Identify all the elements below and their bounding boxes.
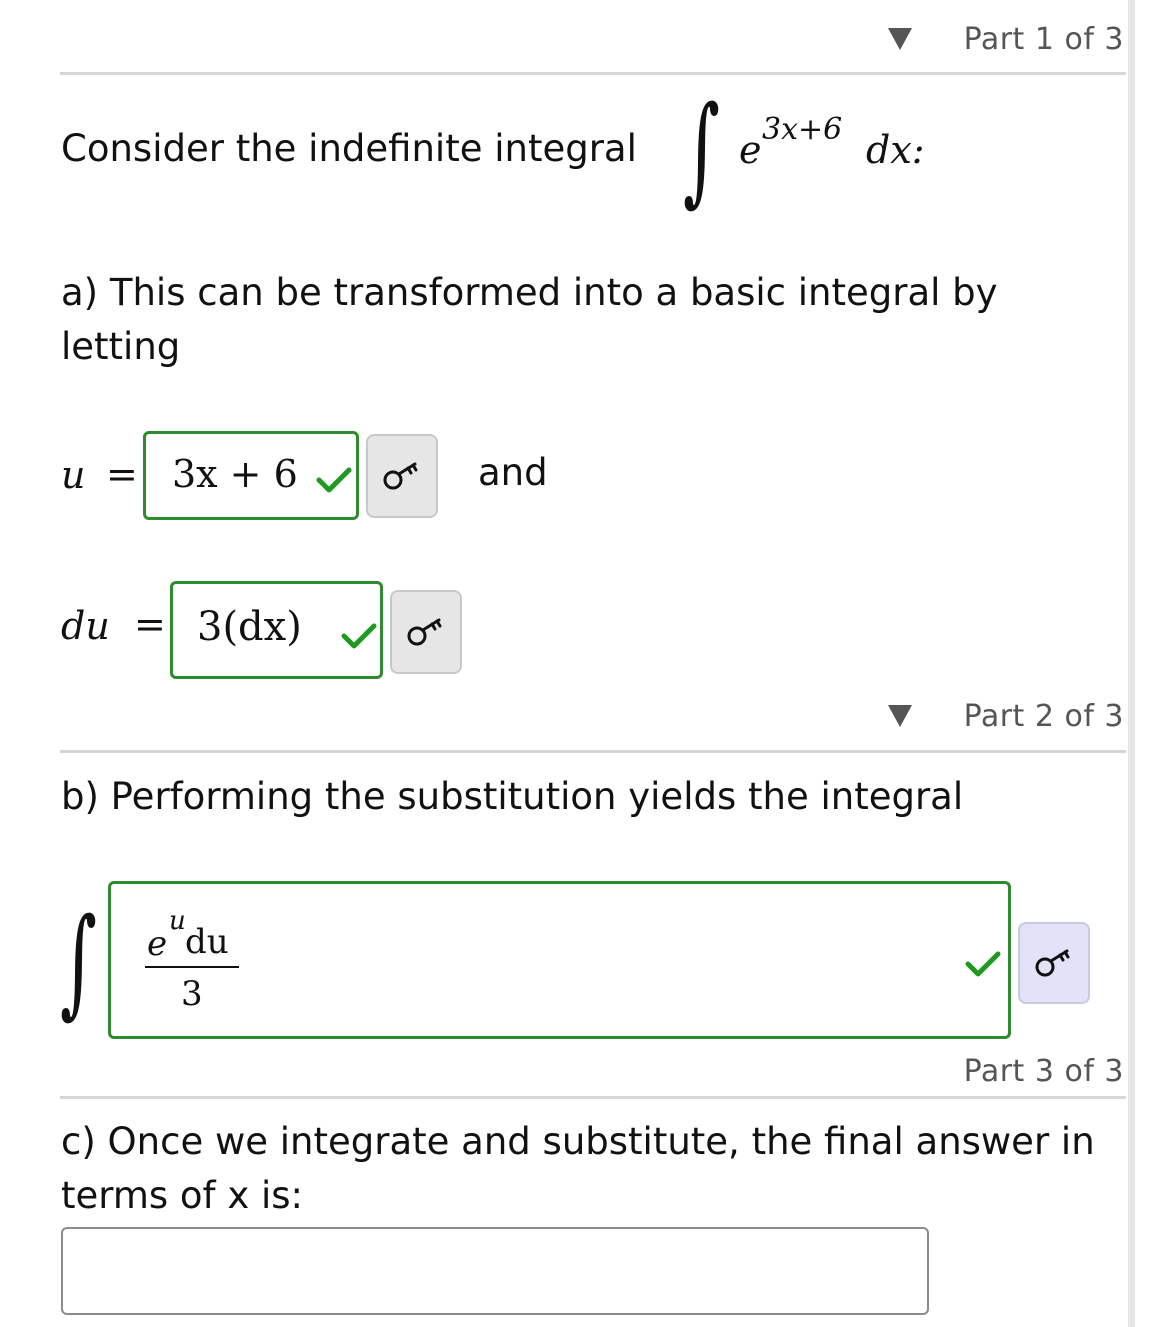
key-icon: [383, 462, 418, 490]
denominator-value: 3: [181, 974, 203, 1014]
part-3-header: Part 3 of 3: [60, 1054, 1124, 1089]
collapse-toggle-icon[interactable]: [888, 705, 912, 727]
du-variable-label: du: [61, 604, 110, 648]
final-answer-input[interactable]: [61, 1227, 929, 1315]
key-icon: [1035, 949, 1070, 977]
u-show-answer-key-button[interactable]: [366, 434, 438, 518]
part-3-label: Part 3 of 3: [963, 1054, 1124, 1089]
and-text: and: [478, 451, 548, 494]
integral-intro-text: Consider the indefinite integral: [61, 127, 637, 170]
vertical-scrollbar[interactable]: [1128, 0, 1135, 1327]
u-variable-label: u: [61, 453, 86, 497]
numerator-exponent: u: [169, 906, 186, 936]
u-answer-field[interactable]: 3x + 6: [143, 431, 359, 520]
u-equals-sign: =: [106, 452, 138, 496]
numerator-base: e: [147, 924, 168, 964]
fraction-bar: [145, 966, 239, 968]
du-answer-field[interactable]: 3(dx): [170, 581, 383, 679]
du-show-answer-key-button[interactable]: [390, 590, 462, 674]
part-1-label: Part 1 of 3: [963, 22, 1124, 57]
integral-show-answer-key-button[interactable]: [1018, 922, 1090, 1004]
correct-checkmark-icon: [316, 467, 352, 493]
u-answer-value: 3x + 6: [172, 452, 298, 496]
part-1-divider: [60, 72, 1126, 75]
du-answer-value: 3(dx): [197, 604, 302, 650]
key-icon: [407, 618, 442, 646]
part-a-instruction: a) This can be transformed into a basic …: [61, 271, 998, 368]
correct-checkmark-icon: [341, 623, 377, 649]
substituted-integral-field[interactable]: e u du 3: [108, 881, 1011, 1039]
du-equals-sign: =: [134, 602, 166, 646]
part-c-instruction: c) Once we integrate and substitute, the…: [61, 1120, 1095, 1217]
numerator-du: du: [185, 922, 229, 962]
part-1-header: Part 1 of 3: [60, 22, 1124, 57]
integrand-dx: dx:: [866, 128, 925, 172]
part-3-divider: [60, 1096, 1126, 1099]
part-2-header: Part 2 of 3: [60, 699, 1124, 734]
integrand-exponent: 3x+6: [762, 112, 843, 147]
integral-sign-icon: ∫: [60, 892, 97, 1030]
correct-checkmark-icon: [965, 951, 1001, 977]
integrand-base: e: [739, 128, 762, 172]
part-2-label: Part 2 of 3: [963, 699, 1124, 734]
collapse-toggle-icon[interactable]: [888, 28, 912, 50]
integral-sign-icon: ∫: [683, 80, 720, 218]
part-b-instruction: b) Performing the substitution yields th…: [61, 775, 964, 818]
part-2-divider: [60, 750, 1126, 753]
